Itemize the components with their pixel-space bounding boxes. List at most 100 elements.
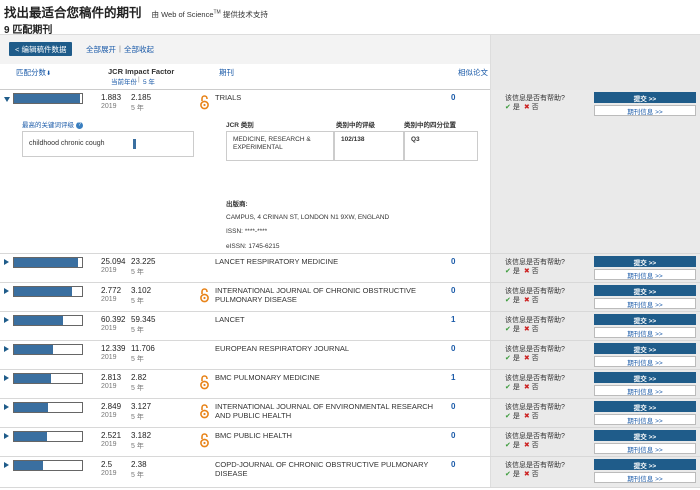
match-score-fill <box>14 461 44 470</box>
impact-5yr-label: 5 年 <box>131 443 144 450</box>
cross-icon: ✖ <box>523 442 530 449</box>
impact-5yr-label: 5 年 <box>131 105 144 112</box>
no-vote[interactable]: ✖ 否 <box>524 440 539 450</box>
header-match-score[interactable]: 匹配分数⬇ <box>16 67 51 78</box>
expand-arrow-icon[interactable] <box>4 288 9 294</box>
no-label: 否 <box>531 442 539 449</box>
expand-arrow-icon[interactable] <box>4 404 9 410</box>
impact-factor-current: 25.094 <box>101 257 126 266</box>
no-vote[interactable]: ✖ 否 <box>524 469 539 479</box>
impact-factor-current: 12.339 <box>101 344 126 353</box>
yes-vote[interactable]: ✔ 是 <box>505 295 520 305</box>
header-current-year[interactable]: 当前年份 <box>111 76 137 86</box>
check-icon: ✔ <box>505 268 511 275</box>
yes-vote[interactable]: ✔ 是 <box>505 469 520 479</box>
keyword-box: childhood chronic cough <box>22 131 194 157</box>
submit-button[interactable]: 提交 >> <box>594 256 696 267</box>
impact-year-label: 2019 <box>101 441 117 448</box>
impact-factor-5yr: 59.345 <box>131 315 156 324</box>
feedback-vote: ✔ 是 ✖ 否 <box>505 324 539 334</box>
collapse-all-link[interactable]: 全部收起 <box>124 44 154 55</box>
no-vote[interactable]: ✖ 否 <box>524 353 539 363</box>
yes-vote[interactable]: ✔ 是 <box>505 266 520 276</box>
no-label: 否 <box>531 297 539 304</box>
related-articles-count[interactable]: 1 <box>451 373 455 382</box>
journal-info-button[interactable]: 期刊信息 >> <box>594 105 696 116</box>
journal-row: 2.772 3.102 2019 5 年 INTERNATIONAL JOURNAL O… <box>0 283 700 312</box>
related-articles-count[interactable]: 0 <box>451 431 455 440</box>
rank-value: 102/138 <box>334 131 404 161</box>
related-articles-count[interactable]: 0 <box>451 460 455 469</box>
keyword-rating-bar <box>133 139 136 149</box>
yes-label: 是 <box>512 355 520 362</box>
yes-vote[interactable]: ✔ 是 <box>505 440 520 450</box>
journal-info-button[interactable]: 期刊信息 >> <box>594 443 696 454</box>
help-icon[interactable]: ? <box>76 121 83 129</box>
yes-label: 是 <box>512 384 520 391</box>
no-vote[interactable]: ✖ 否 <box>524 324 539 334</box>
impact-year-label: 2019 <box>101 296 117 303</box>
journal-info-button[interactable]: 期刊信息 >> <box>594 327 696 338</box>
impact-factor-5yr: 2.38 <box>131 460 147 469</box>
submit-button[interactable]: 提交 >> <box>594 401 696 412</box>
no-vote[interactable]: ✖ 否 <box>524 102 539 112</box>
journal-name: COPD-JOURNAL OF CHRONIC OBSTRUCTIVE PULM… <box>215 460 429 478</box>
match-score-fill <box>14 258 78 267</box>
powered-prefix: 由 Web of Science <box>151 10 214 19</box>
journal-info-button[interactable]: 期刊信息 >> <box>594 414 696 425</box>
journal-row: 2.5 2.38 2019 5 年 COPD-JOURNAL OF CHRONIC OB… <box>0 457 700 488</box>
submit-button[interactable]: 提交 >> <box>594 430 696 441</box>
yes-vote[interactable]: ✔ 是 <box>505 324 520 334</box>
related-articles-count[interactable]: 0 <box>451 286 455 295</box>
yes-vote[interactable]: ✔ 是 <box>505 353 520 363</box>
header-related-articles[interactable]: 相似论文 <box>458 67 488 78</box>
no-vote[interactable]: ✖ 否 <box>524 266 539 276</box>
edit-manuscript-button[interactable]: < 编辑稿件数据 <box>9 42 73 56</box>
open-access-icon <box>199 403 210 419</box>
submit-button[interactable]: 提交 >> <box>594 92 696 103</box>
yes-vote[interactable]: ✔ 是 <box>505 382 520 392</box>
expand-all-link[interactable]: 全部展开 <box>86 44 116 55</box>
related-articles-count[interactable]: 0 <box>451 344 455 353</box>
expand-arrow-icon[interactable] <box>4 433 9 439</box>
yes-vote[interactable]: ✔ 是 <box>505 102 520 112</box>
no-vote[interactable]: ✖ 否 <box>524 382 539 392</box>
impact-5yr-label: 5 年 <box>131 414 144 421</box>
issn: ISSN: ****-**** <box>226 228 268 235</box>
submit-button[interactable]: 提交 >> <box>594 343 696 354</box>
submit-button[interactable]: 提交 >> <box>594 372 696 383</box>
journal-info-button[interactable]: 期刊信息 >> <box>594 298 696 309</box>
journal-info-button[interactable]: 期刊信息 >> <box>594 269 696 280</box>
collapse-arrow-icon[interactable] <box>4 97 10 102</box>
header-journal[interactable]: 期刊 <box>219 67 234 78</box>
journal-info-button[interactable]: 期刊信息 >> <box>594 472 696 483</box>
journal-info-button[interactable]: 期刊信息 >> <box>594 385 696 396</box>
expand-arrow-icon[interactable] <box>4 317 9 323</box>
open-access-icon <box>199 94 210 110</box>
check-icon: ✔ <box>505 384 511 391</box>
expand-arrow-icon[interactable] <box>4 259 9 265</box>
related-articles-count[interactable]: 0 <box>451 257 455 266</box>
submit-button[interactable]: 提交 >> <box>594 285 696 296</box>
submit-button[interactable]: 提交 >> <box>594 459 696 470</box>
submit-button[interactable]: 提交 >> <box>594 314 696 325</box>
related-articles-count[interactable]: 0 <box>451 93 455 102</box>
impact-factor-5yr: 11.706 <box>131 344 155 353</box>
journal-info-button[interactable]: 期刊信息 >> <box>594 356 696 367</box>
impact-factor-current: 2.772 <box>101 286 122 295</box>
related-articles-count[interactable]: 0 <box>451 402 455 411</box>
header-five-year[interactable]: 5 年 <box>143 76 155 86</box>
expand-arrow-icon[interactable] <box>4 346 9 352</box>
impact-year-label: 2019 <box>101 470 117 477</box>
no-vote[interactable]: ✖ 否 <box>524 295 539 305</box>
expand-arrow-icon[interactable] <box>4 375 9 381</box>
impact-factor-current: 2.813 <box>101 373 122 382</box>
no-vote[interactable]: ✖ 否 <box>524 411 539 421</box>
yes-vote[interactable]: ✔ 是 <box>505 411 520 421</box>
related-articles-count[interactable]: 1 <box>451 315 455 324</box>
feedback-vote: ✔ 是 ✖ 否 <box>505 382 539 392</box>
header-sub-separator: | <box>138 76 140 83</box>
powered-tm: TM <box>213 9 221 16</box>
expand-arrow-icon[interactable] <box>4 462 9 468</box>
cross-icon: ✖ <box>523 413 530 420</box>
